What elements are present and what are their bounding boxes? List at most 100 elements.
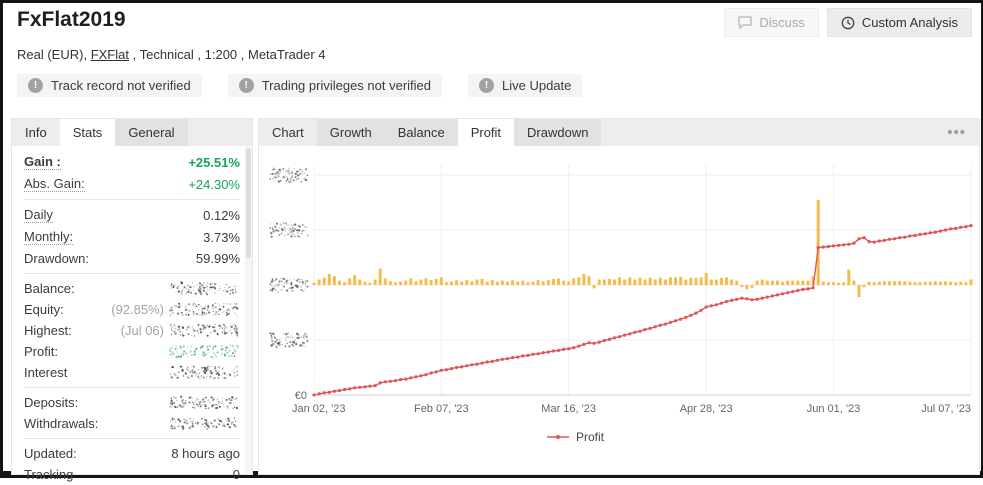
- stat-label[interactable]: Abs. Gain:: [24, 176, 85, 192]
- custom-analysis-button[interactable]: Custom Analysis: [827, 8, 972, 37]
- warning-icon: !: [28, 78, 43, 93]
- profit-chart-area: Jan 02, '23 Feb 07, '23 Mar 16, '23 Apr 28,…: [259, 146, 977, 474]
- stat-value: +24.30%: [188, 177, 240, 192]
- stat-row-daily: Daily 0.12%: [24, 204, 240, 226]
- redacted-value: [168, 302, 240, 317]
- svg-text:Jun 01, '23: Jun 01, '23: [807, 403, 860, 415]
- stat-row-balance: Balance:: [24, 278, 240, 299]
- badge-label: Track record not verified: [51, 78, 191, 93]
- stat-value: (92.85%): [111, 302, 240, 317]
- redacted-scribble: [170, 324, 238, 337]
- redacted-scribble: [169, 281, 237, 295]
- redacted-value: [168, 365, 240, 380]
- stat-label: Equity:: [24, 302, 64, 317]
- chart-tab-balance[interactable]: Balance: [385, 119, 458, 146]
- stat-label: Highest:: [24, 323, 72, 338]
- stat-row-abs-gain: Abs. Gain: +24.30%: [24, 173, 240, 195]
- ellipsis-menu-icon[interactable]: •••: [934, 119, 979, 146]
- stats-sidebar: InfoStatsGeneral Gain :+25.51%Abs. Gain:…: [11, 118, 253, 475]
- custom-analysis-label: Custom Analysis: [862, 15, 958, 30]
- chart-tab-profit[interactable]: Profit: [458, 119, 514, 146]
- stat-row-drawdown: Drawdown:59.99%: [24, 248, 240, 269]
- redacted-scribble: [169, 417, 236, 430]
- redacted-scribble: [169, 303, 238, 317]
- stat-label[interactable]: Monthly:: [24, 229, 73, 245]
- speech-bubble-icon: [738, 16, 752, 29]
- sidebar-tab-stats[interactable]: Stats: [60, 119, 116, 146]
- sidebar-tab-info[interactable]: Info: [12, 119, 60, 146]
- svg-text:Jan 02, '23: Jan 02, '23: [292, 403, 345, 415]
- stat-row-deposits: Deposits:: [24, 392, 240, 413]
- stat-label: Updated:: [24, 446, 77, 461]
- y-axis-labels: €0: [269, 167, 308, 402]
- tabbar-spacer: [601, 119, 934, 146]
- stat-label: Interest: [24, 365, 67, 380]
- chart-tab-drawdown[interactable]: Drawdown: [514, 119, 601, 146]
- section-divider: [24, 273, 240, 274]
- profit-chart: Jan 02, '23 Feb 07, '23 Mar 16, '23 Apr 28,…: [259, 146, 977, 474]
- redacted-value: [168, 395, 240, 410]
- sidebar-tab-general[interactable]: General: [115, 119, 187, 146]
- daily-profit-bars: [313, 200, 973, 297]
- chart-tabbar: ChartGrowthBalanceProfitDrawdown •••: [259, 119, 979, 146]
- badge-trading-privileges-not-verified: ! Trading privileges not verified: [228, 74, 442, 97]
- stat-label[interactable]: Daily: [24, 207, 53, 223]
- vertical-gridlines: [314, 164, 971, 395]
- chart-legend[interactable]: Profit: [547, 430, 605, 444]
- svg-text:Mar 16, '23: Mar 16, '23: [541, 403, 596, 415]
- stat-label: Tracking: [24, 467, 73, 482]
- stat-value: [168, 416, 240, 431]
- redacted-value: [168, 281, 240, 296]
- section-divider: [24, 199, 240, 200]
- redacted-value: [168, 323, 240, 338]
- stat-label: Balance:: [24, 281, 75, 296]
- stats-list: Gain :+25.51% Abs. Gain: +24.30% Daily 0.12%…: [12, 146, 252, 485]
- account-type: Real (EUR),: [17, 47, 91, 62]
- profit-line: [314, 226, 971, 395]
- stat-value-prefix: (Jul 06): [121, 323, 164, 338]
- chart-tab-chart[interactable]: Chart: [259, 119, 317, 146]
- stat-label: Drawdown:: [24, 251, 89, 266]
- broker-link[interactable]: FXFlat: [91, 47, 129, 62]
- sidebar-scrollbar[interactable]: [245, 146, 252, 474]
- chart-tab-growth[interactable]: Growth: [317, 119, 385, 146]
- redacted-scribble: [269, 222, 308, 238]
- page-title: FxFlat2019: [17, 8, 126, 32]
- stat-value-prefix: (92.85%): [111, 302, 164, 317]
- redacted-scribble: [269, 278, 308, 293]
- badge-track-record-not-verified: ! Track record not verified: [17, 74, 202, 97]
- horizontal-gridlines: [314, 175, 971, 340]
- stat-row-profit: Profit:: [24, 341, 240, 362]
- account-details: , Technical , 1:200 , MetaTrader 4: [129, 47, 326, 62]
- chart-tabs: ChartGrowthBalanceProfitDrawdown: [259, 119, 601, 146]
- y-zero-label: €0: [295, 390, 307, 402]
- sidebar-scrollbar-thumb[interactable]: [246, 148, 251, 258]
- account-page: { "window": { "title": "FxFlat2019" }, "…: [0, 0, 983, 478]
- x-axis-labels: Jan 02, '23 Feb 07, '23 Mar 16, '23 Apr 28,…: [292, 403, 971, 415]
- badge-live-update: !Live Update: [468, 74, 582, 97]
- svg-text:Apr 28, '23: Apr 28, '23: [680, 403, 733, 415]
- account-summary-line: Real (EUR), FXFlat , Technical , 1:200 ,…: [17, 47, 326, 62]
- warning-icon: !: [239, 78, 254, 93]
- svg-text:Jul 07, '23: Jul 07, '23: [921, 403, 971, 415]
- stat-label[interactable]: Gain :: [24, 154, 61, 170]
- stat-value: [168, 395, 240, 410]
- chart-panel: ChartGrowthBalanceProfitDrawdown ••• Jan…: [258, 118, 980, 475]
- redacted-value: [168, 344, 240, 359]
- legend-label: Profit: [576, 430, 605, 444]
- stat-value: (Jul 06): [121, 323, 240, 338]
- stat-value: 0: [233, 467, 240, 482]
- section-divider: [24, 438, 240, 439]
- stat-label: Profit:: [24, 344, 58, 359]
- stat-row-monthly: Monthly:3.73%: [24, 226, 240, 248]
- svg-text:Feb 07, '23: Feb 07, '23: [414, 403, 469, 415]
- stat-value: [168, 344, 240, 359]
- redacted-scribble: [170, 365, 239, 379]
- sidebar-tabbar: InfoStatsGeneral: [12, 119, 252, 146]
- stat-value: 0.12%: [203, 208, 240, 223]
- badge-label: Trading privileges not verified: [262, 78, 431, 93]
- stat-row-gain: Gain :+25.51%: [24, 151, 240, 173]
- discuss-button[interactable]: Discuss: [724, 8, 819, 37]
- stat-label: Withdrawals:: [24, 416, 98, 431]
- stat-value: 8 hours ago: [171, 446, 240, 461]
